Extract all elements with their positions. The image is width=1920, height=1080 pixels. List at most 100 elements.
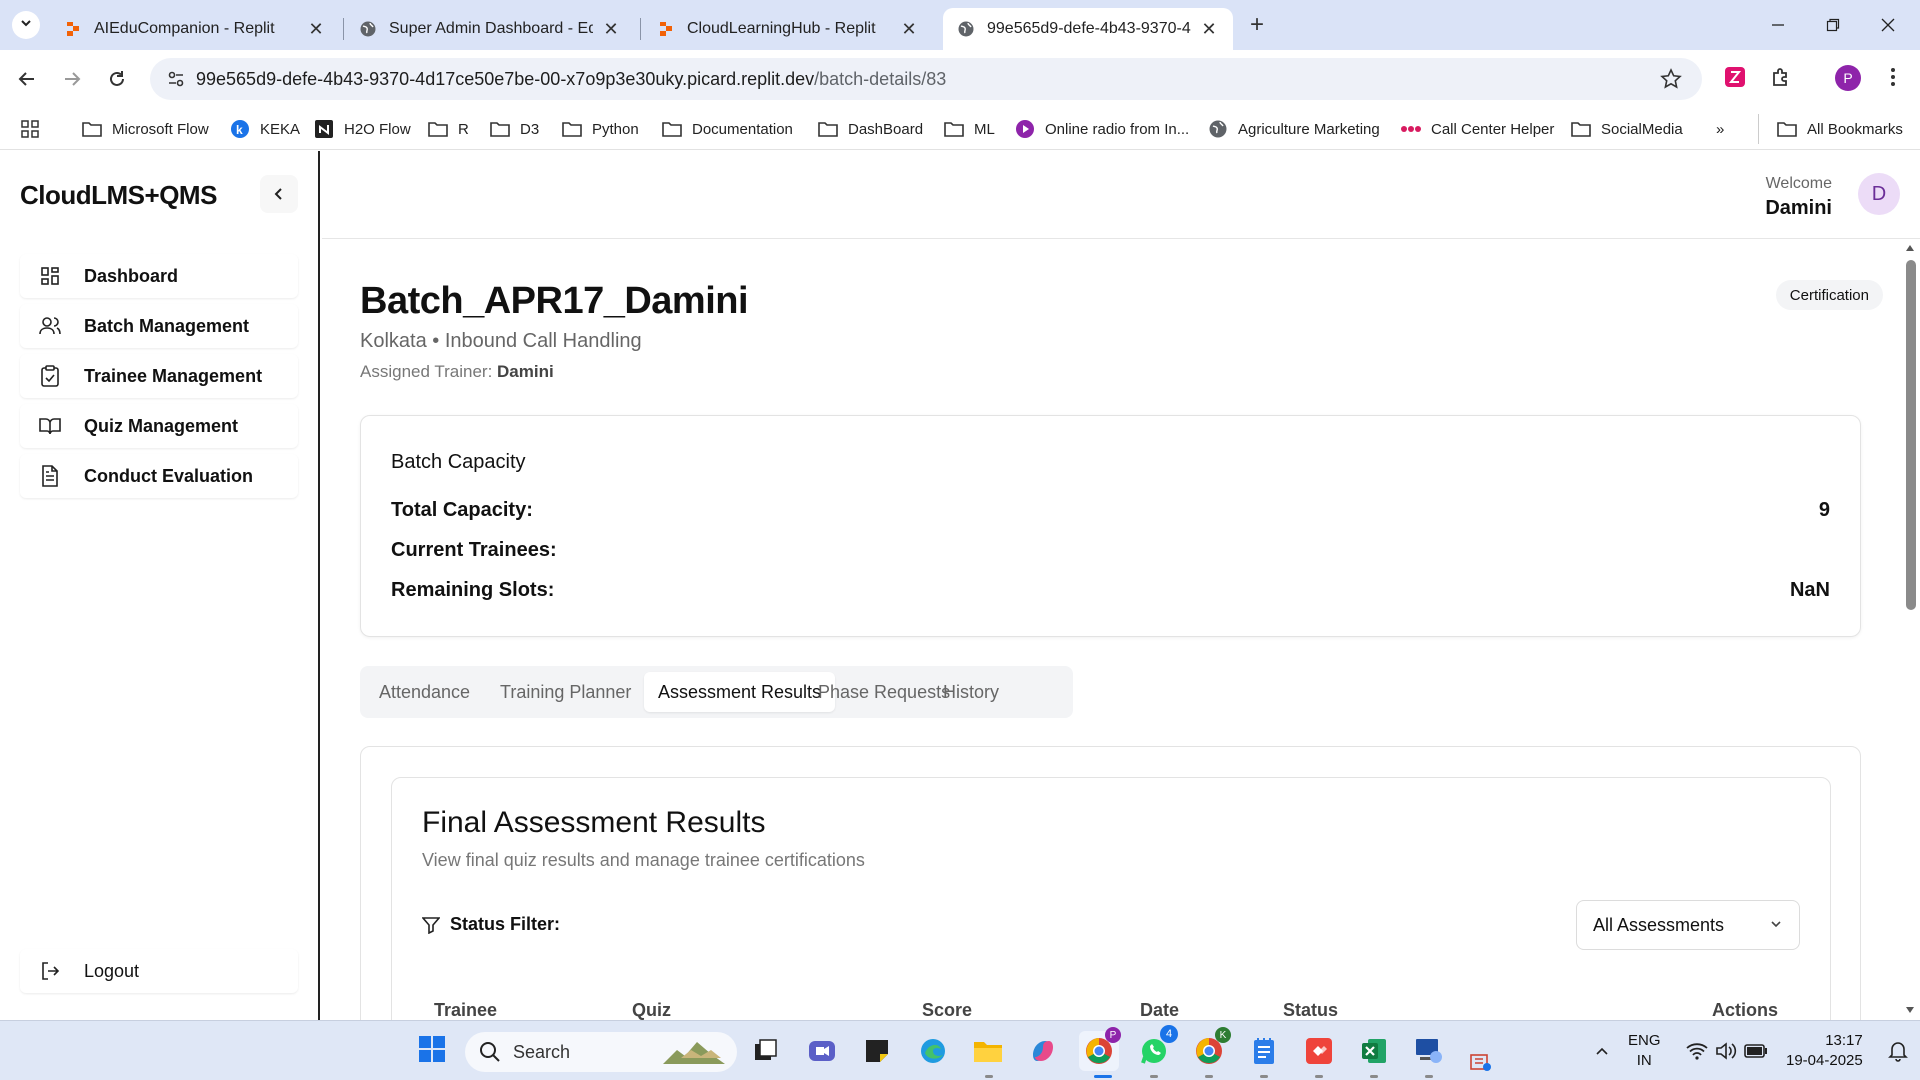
user-avatar[interactable]: D [1858, 173, 1900, 215]
bookmark-label: D3 [520, 120, 540, 138]
language-indicator[interactable]: ENG IN [1628, 1031, 1661, 1071]
close-icon [1881, 18, 1895, 32]
tab-training-planner[interactable]: Training Planner [486, 672, 645, 712]
column-header-trainee: Trainee [434, 1000, 498, 1020]
bookmark-item[interactable]: Agriculture Marketing [1208, 114, 1380, 144]
scroll-up-icon[interactable] [1903, 242, 1917, 254]
section-subtitle: View final quiz results and manage train… [422, 850, 865, 870]
reload-button[interactable] [102, 64, 132, 94]
forward-button[interactable] [57, 64, 87, 94]
browser-tab[interactable]: CloudLearningHub - Replit ✕ [643, 8, 933, 50]
clock[interactable]: 13:17 19-04-2025 [1786, 1031, 1863, 1071]
bookmark-item[interactable]: Microsoft Flow [82, 114, 209, 144]
bookmark-item[interactable]: Online radio from In... [1015, 114, 1189, 144]
start-button[interactable] [412, 1031, 452, 1071]
extensions-button[interactable] [1766, 64, 1796, 94]
batch-capacity-card: Batch Capacity Total Capacity: 9 Current… [360, 415, 1861, 637]
bookmark-item[interactable]: k KEKA [230, 114, 300, 144]
show-hidden-icons-button[interactable] [1582, 1031, 1622, 1071]
tab-search-button[interactable] [12, 11, 40, 39]
bookmark-item[interactable]: R [428, 114, 469, 144]
edge-browser-icon[interactable] [913, 1031, 953, 1071]
bookmark-star-icon[interactable] [1660, 68, 1682, 95]
bookmark-label: R [458, 120, 469, 138]
browser-tab-active[interactable]: 99e565d9-defe-4b43-9370-4d1 ✕ [943, 8, 1233, 50]
bookmark-label: Python [592, 120, 639, 138]
bookmark-item[interactable]: D3 [490, 114, 539, 144]
notepad-icon[interactable] [1244, 1031, 1284, 1071]
chrome-profile-p-icon[interactable]: P [1079, 1027, 1121, 1071]
extension-button[interactable] [1720, 64, 1750, 94]
taskbar-search[interactable]: Search [465, 1032, 737, 1072]
copilot-icon[interactable] [1023, 1031, 1063, 1071]
bookmark-item[interactable]: DashBoard [818, 114, 923, 144]
windows-taskbar: Search P 4 K ENG IN 13:17 19-04-2025 [0, 1020, 1920, 1080]
more-bookmarks-button[interactable]: » [1716, 114, 1724, 144]
battery-icon[interactable] [1736, 1031, 1776, 1071]
sidebar-item-label: Conduct Evaluation [84, 465, 254, 486]
clock-time: 13:17 [1825, 1032, 1863, 1049]
keka-icon: k [230, 119, 250, 139]
column-header-score: Score [922, 1000, 973, 1020]
status-filter-select[interactable]: All Assessments [1576, 900, 1800, 950]
browser-menu-button[interactable] [1878, 64, 1908, 94]
bookmark-item[interactable]: SocialMedia [1571, 114, 1683, 144]
teams-meet-icon[interactable] [802, 1031, 842, 1071]
new-tab-button[interactable]: + [1244, 11, 1270, 38]
minimize-button[interactable] [1763, 10, 1793, 40]
excel-icon[interactable] [1354, 1031, 1394, 1071]
logout-button[interactable]: Logout [20, 949, 298, 993]
browser-tab-bar: AIEduCompanion - Replit ✕ Super Admin Da… [0, 0, 1920, 50]
clock-date: 19-04-2025 [1786, 1052, 1863, 1069]
remote-desktop-icon[interactable] [1409, 1031, 1449, 1071]
bookmark-item[interactable]: Call Center Helper [1401, 114, 1554, 144]
batch-tabs: Attendance Training Planner Assessment R… [360, 666, 1073, 718]
address-bar[interactable]: 99e565d9-defe-4b43-9370-4d17ce50e7be-00-… [150, 58, 1702, 100]
arrow-left-icon [18, 72, 34, 86]
sidebar-item-quiz-management[interactable]: Quiz Management [20, 404, 298, 448]
browser-tab[interactable]: Super Admin Dashboard - Edu/ ✕ [345, 8, 635, 50]
bookmark-label: H2O Flow [344, 120, 411, 138]
apps-button[interactable] [20, 114, 50, 144]
tray-app-icon[interactable] [1466, 1047, 1496, 1077]
sticky-notes-icon[interactable] [857, 1031, 897, 1071]
browser-profile-avatar[interactable]: P [1835, 65, 1861, 91]
site-info-icon[interactable] [156, 69, 196, 89]
anydesk-icon[interactable] [1299, 1031, 1339, 1071]
file-explorer-icon[interactable] [968, 1031, 1008, 1071]
scrollbar-thumb[interactable] [1906, 260, 1916, 610]
dashboard-icon [38, 264, 62, 288]
close-tab-icon[interactable]: ✕ [899, 19, 919, 39]
scroll-down-icon[interactable] [1903, 1004, 1917, 1016]
language-code: ENG [1628, 1032, 1661, 1049]
all-bookmarks-button[interactable]: All Bookmarks [1758, 114, 1903, 144]
tab-attendance[interactable]: Attendance [365, 672, 484, 712]
capacity-label: Total Capacity: [391, 498, 533, 521]
browser-tab[interactable]: AIEduCompanion - Replit ✕ [50, 8, 340, 50]
sidebar-item-trainee-management[interactable]: Trainee Management [20, 354, 298, 398]
bookmark-item[interactable]: ML [944, 114, 995, 144]
back-button[interactable] [12, 64, 42, 94]
task-view-icon[interactable] [746, 1031, 786, 1071]
page-scrollbar[interactable] [1900, 240, 1920, 1020]
close-window-button[interactable] [1873, 10, 1903, 40]
close-tab-icon[interactable]: ✕ [306, 19, 326, 39]
folder-icon [562, 119, 582, 139]
sidebar-item-dashboard[interactable]: Dashboard [20, 254, 298, 298]
restore-button[interactable] [1818, 10, 1848, 40]
close-tab-icon[interactable]: ✕ [1199, 19, 1219, 39]
chrome-profile-k-icon[interactable]: K [1189, 1027, 1231, 1071]
bookmark-item[interactable]: Python [562, 114, 639, 144]
sidebar-item-conduct-evaluation[interactable]: Conduct Evaluation [20, 454, 298, 498]
collapse-sidebar-button[interactable] [260, 175, 298, 213]
bookmark-item[interactable]: H2O Flow [314, 114, 411, 144]
folder-icon [82, 119, 102, 139]
whatsapp-icon[interactable]: 4 [1134, 1025, 1178, 1071]
bookmark-label: Online radio from In... [1045, 120, 1190, 138]
tab-history[interactable]: History [929, 672, 1013, 712]
bookmark-item[interactable]: Documentation [662, 114, 793, 144]
close-tab-icon[interactable]: ✕ [601, 19, 621, 39]
notifications-icon[interactable] [1878, 1031, 1918, 1071]
sidebar-item-batch-management[interactable]: Batch Management [20, 304, 298, 348]
capacity-value: 9 [1818, 498, 1830, 521]
